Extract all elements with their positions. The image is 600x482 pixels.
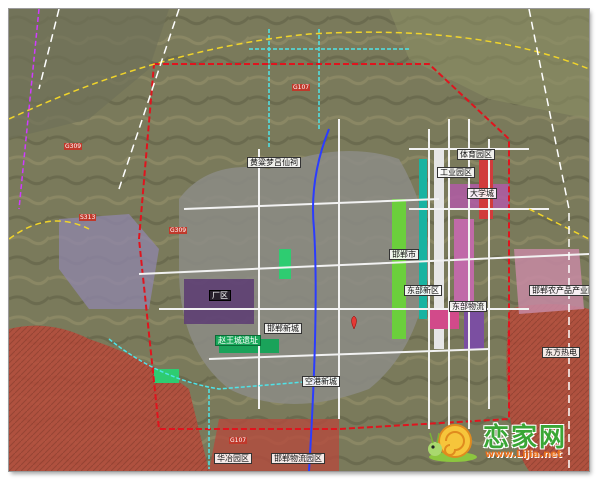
- label-handan[interactable]: 邯郸市: [389, 249, 419, 260]
- lijia-watermark[interactable]: 恋家网 www.Lijia.net: [425, 415, 585, 467]
- label-wuliu[interactable]: 东部物流: [449, 301, 487, 312]
- label-changqu[interactable]: 厂区: [209, 290, 231, 301]
- label-chanyeyuan[interactable]: 邯郸农产品产业园: [529, 285, 589, 296]
- road-label-south: G107: [229, 437, 248, 444]
- road-label-north: G107: [292, 84, 311, 91]
- green-park-south: [154, 369, 179, 383]
- label-wuliuyuan[interactable]: 邯郸物流园区: [271, 453, 325, 464]
- label-huaye[interactable]: 华冶园区: [214, 453, 252, 464]
- pink-zone-east: [514, 249, 584, 314]
- purple-zone-factory: [184, 279, 254, 324]
- label-huangliangmeng[interactable]: 黄粱梦吕仙祠: [247, 157, 301, 168]
- label-daxuecheng[interactable]: 大学城: [467, 188, 497, 199]
- road-label-west2: S313: [79, 214, 97, 221]
- road-label-west: G309: [64, 143, 83, 150]
- label-dongcheng[interactable]: 东部新区: [404, 285, 442, 296]
- label-kongzhong[interactable]: 空港新城: [302, 376, 340, 387]
- urban-area: [179, 151, 429, 404]
- label-gongye[interactable]: 工业园区: [437, 167, 475, 178]
- satellite-map[interactable]: [9, 9, 589, 471]
- label-dongfang[interactable]: 东方热电: [542, 347, 580, 358]
- map-frame: G107 G309 S313 G309 G107 黄粱梦吕仙祠 体育园区 大学城…: [9, 9, 589, 471]
- green-park-center: [279, 249, 291, 279]
- label-tiyu[interactable]: 体育园区: [457, 149, 495, 160]
- label-xincheng[interactable]: 邯郸新城: [264, 323, 302, 334]
- road-label-center: G309: [169, 227, 188, 234]
- green-belt: [392, 199, 406, 339]
- label-zhaowang[interactable]: 赵王城遗址: [215, 335, 261, 346]
- brand-url: www.Lijia.net: [485, 449, 562, 460]
- snail-icon: [428, 424, 477, 462]
